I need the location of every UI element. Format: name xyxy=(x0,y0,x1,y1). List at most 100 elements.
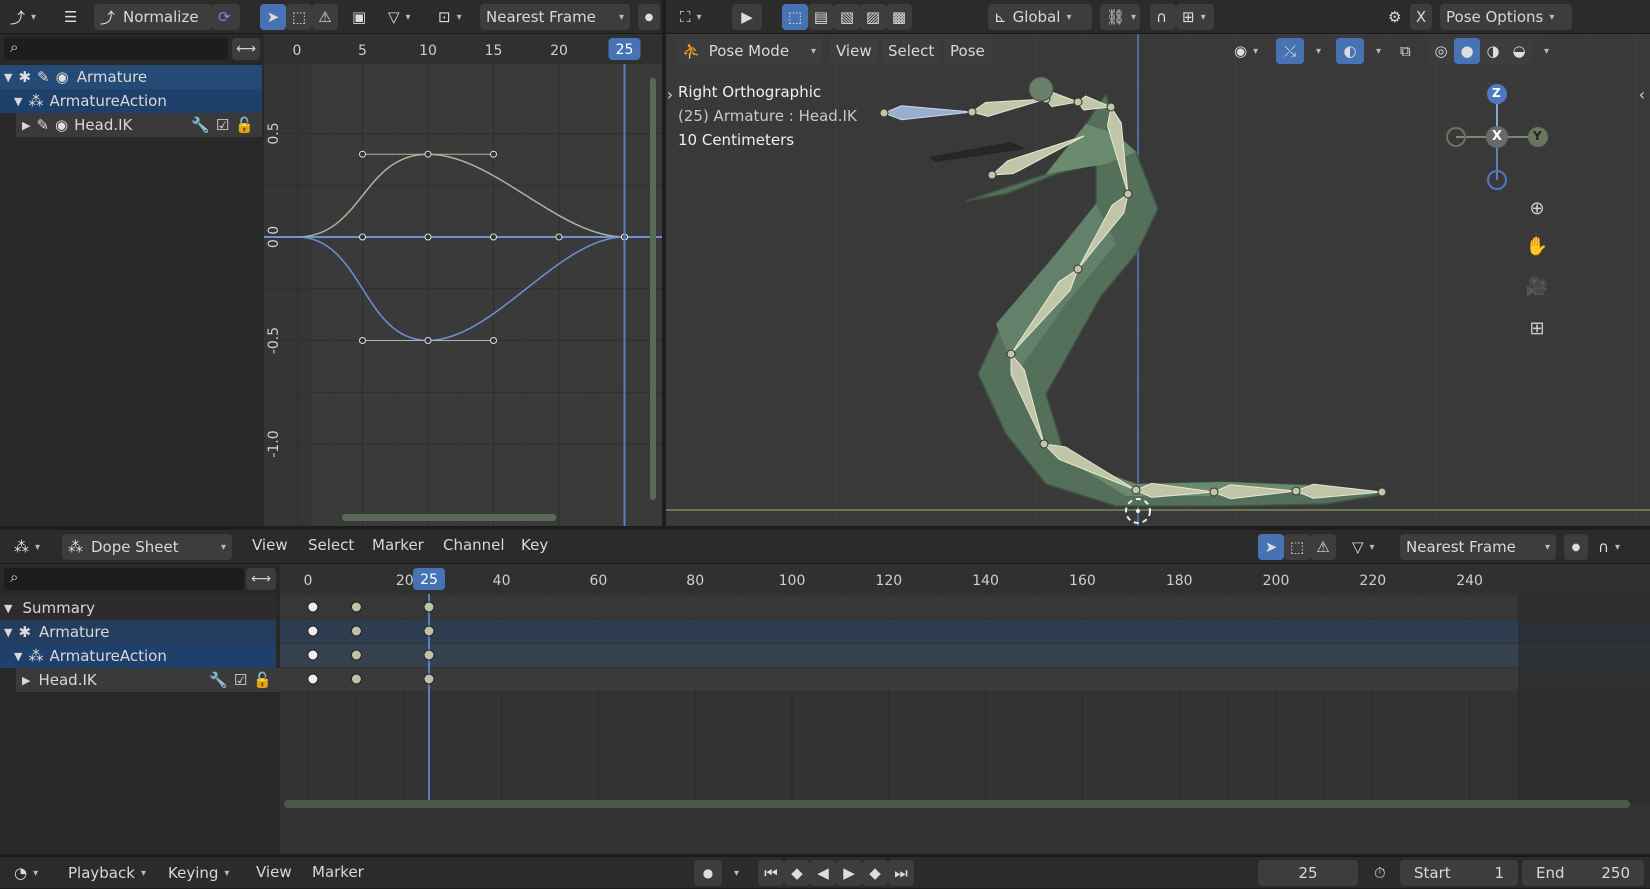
checkbox-icon[interactable]: ☑ xyxy=(216,116,229,134)
timeline-marker-menu[interactable]: Marker xyxy=(312,863,364,881)
ds-channel-action[interactable]: ▼ ⁂ ArmatureAction xyxy=(0,644,276,668)
ds-swap-button[interactable]: ⟷ xyxy=(246,568,276,590)
ds-ruler[interactable] xyxy=(280,564,1650,594)
graph-ruler[interactable] xyxy=(264,34,662,64)
shading-solid[interactable]: ● xyxy=(1454,38,1480,64)
keyframe[interactable] xyxy=(350,601,362,613)
dopesheet-key-menu[interactable]: Key xyxy=(521,536,548,554)
keyframe[interactable] xyxy=(350,649,362,661)
timeline-type-button[interactable]: ◔ ▾ xyxy=(8,860,56,886)
dopesheet-select-menu[interactable]: Select xyxy=(308,536,354,554)
shading-dropdown[interactable]: ▾ xyxy=(1532,38,1552,64)
ds-show-hidden-button[interactable]: ⬚ xyxy=(1284,534,1310,560)
play-reverse-button[interactable]: ◀ xyxy=(810,860,836,886)
handle-point[interactable] xyxy=(359,150,366,158)
ds-keyframe-area[interactable]: 0 20 40 60 80 100 120 140 160 180 200 220 240 25 xyxy=(280,564,1650,854)
ds-only-errors-button[interactable]: ⚠ xyxy=(1310,534,1336,560)
keyframe[interactable] xyxy=(423,649,435,661)
swap-button[interactable]: ⟷ xyxy=(232,38,260,60)
shading-wireframe[interactable]: ◎ xyxy=(1428,38,1454,64)
channel-search[interactable]: ⌕ xyxy=(4,38,228,60)
overlay-toggle[interactable]: ◐ xyxy=(1336,38,1364,64)
camera-button[interactable]: 🎥 xyxy=(1522,272,1552,302)
dopesheet-marker-menu[interactable]: Marker xyxy=(372,536,424,554)
pin-icon[interactable]: ✎ xyxy=(37,68,50,86)
select-extend-button[interactable]: ▤ xyxy=(808,4,834,30)
ds-only-selected-button[interactable]: ➤ xyxy=(1258,534,1284,560)
pose-mode-dropdown[interactable]: ⛹ Pose Mode ▾ xyxy=(676,38,822,64)
keyframe[interactable] xyxy=(350,673,362,685)
select-menu[interactable]: Select xyxy=(882,38,940,64)
pan-button[interactable]: ✋ xyxy=(1522,232,1552,262)
prev-key-button[interactable]: ◆ xyxy=(784,860,810,886)
visibility-dropdown[interactable]: ◉ ▾ xyxy=(1228,38,1268,64)
gizmo-dropdown[interactable]: ▾ xyxy=(1304,38,1324,64)
handle-point[interactable] xyxy=(359,337,366,344)
keyframe-point[interactable] xyxy=(490,233,497,241)
play-button[interactable]: ▶ xyxy=(836,860,862,886)
pivot-button[interactable]: ⊡ ▾ xyxy=(432,4,472,30)
select-invert-button[interactable]: ▨ xyxy=(860,4,886,30)
auto-key-dropdown[interactable]: ▾ xyxy=(722,860,742,886)
pivot-point-dropdown[interactable]: ⛓ ▾ xyxy=(1100,4,1140,30)
proportional-edit-button[interactable]: ● xyxy=(638,4,660,30)
xray-toggle[interactable]: ⧉ xyxy=(1394,38,1420,64)
gizmo-toggle[interactable]: ⤯ xyxy=(1276,38,1304,64)
ds-snap-dropdown[interactable]: Nearest Frame ▾ xyxy=(1400,534,1556,560)
disclosure-icon[interactable]: ▼ xyxy=(4,602,12,615)
auto-normalize-button[interactable]: ⟳ xyxy=(212,4,240,30)
ortho-grid-button[interactable]: ⊞ xyxy=(1522,314,1552,344)
ds-channel-summary[interactable]: ▼ Summary xyxy=(0,596,276,620)
bone-head-ik[interactable] xyxy=(882,105,973,121)
select-subtract-button[interactable]: ▧ xyxy=(834,4,860,30)
filter-button[interactable]: ▽ ▾ xyxy=(382,4,422,30)
keyframe[interactable] xyxy=(423,625,435,637)
keyframe-point[interactable] xyxy=(359,233,366,241)
disclosure-icon[interactable]: ▼ xyxy=(14,95,22,108)
handle-point[interactable] xyxy=(490,150,497,158)
show-hidden-button[interactable]: ⬚ xyxy=(286,4,312,30)
v-scrollbar[interactable] xyxy=(650,78,656,500)
viewport-type-button[interactable]: ⛶ ▾ xyxy=(674,4,722,30)
current-frame-field[interactable]: 25 xyxy=(1258,860,1358,886)
auto-key-button[interactable]: ● xyxy=(694,860,722,886)
select-intersect-button[interactable]: ▩ xyxy=(886,4,912,30)
ds-channel-armature[interactable]: ▼ ✱ Armature xyxy=(0,620,276,644)
channel-head-ik[interactable]: ▶ ✎ ◉ Head.IK 🔧 ☑ 🔓 xyxy=(16,113,262,137)
lock-icon[interactable]: 🔓 xyxy=(253,671,272,689)
next-key-button[interactable]: ◆ xyxy=(862,860,888,886)
keyframe-point[interactable] xyxy=(424,233,432,241)
keying-menu[interactable]: Keying ▾ xyxy=(162,860,246,886)
jump-end-button[interactable]: ⏭ xyxy=(888,860,914,886)
keyframe-point[interactable] xyxy=(555,233,563,241)
preview-range-button[interactable]: ⏱ xyxy=(1368,860,1396,886)
graph-area[interactable]: 0 5 10 15 20 0.5 0.0 -0.5 -1.0 25 xyxy=(264,34,662,526)
timeline-view-menu[interactable]: View xyxy=(256,863,292,881)
disclosure-icon[interactable]: ▼ xyxy=(4,71,12,84)
jump-start-button[interactable]: ⏮ xyxy=(758,860,784,886)
orientation-dropdown[interactable]: ⊾ Global ▾ xyxy=(988,4,1092,30)
nav-gizmo[interactable]: Z X Y xyxy=(1442,82,1552,192)
keyframe[interactable] xyxy=(307,649,319,661)
disclosure-icon[interactable]: ▶ xyxy=(22,674,30,687)
keyframe[interactable] xyxy=(350,625,362,637)
graph-canvas[interactable]: 0 5 10 15 200.50.0-0.5-1.025 xyxy=(264,34,662,526)
ds-canvas[interactable]: 0 20 40 60 80 100 120 140 160 180 200 220 240 25 xyxy=(280,564,1650,854)
disclosure-icon[interactable]: ▼ xyxy=(14,650,22,663)
start-frame-field[interactable]: Start 1 xyxy=(1400,860,1518,886)
handle-point[interactable] xyxy=(490,337,497,344)
checkbox-icon[interactable]: ☑ xyxy=(234,671,247,689)
channel-armature[interactable]: ▼ ✱ ✎ ◉ Armature xyxy=(0,65,262,89)
normalize-toggle[interactable]: ⤴ Normalize xyxy=(94,4,212,30)
zoom-button[interactable]: ⊕ xyxy=(1522,194,1552,224)
dopesheet-view-menu[interactable]: View xyxy=(252,536,288,554)
snap-dropdown[interactable]: Nearest Frame ▾ xyxy=(480,4,630,30)
play-box-button[interactable]: ▶ xyxy=(732,4,762,30)
disclosure-icon[interactable]: ▼ xyxy=(4,626,12,639)
pose-menu[interactable]: Pose xyxy=(944,38,992,64)
keyframe[interactable] xyxy=(307,673,319,685)
keyframe[interactable] xyxy=(307,601,319,613)
ds-filter-button[interactable]: ▽ ▾ xyxy=(1346,534,1390,560)
only-selected-button[interactable]: ➤ xyxy=(260,4,286,30)
disclosure-icon[interactable]: ▶ xyxy=(22,119,30,132)
